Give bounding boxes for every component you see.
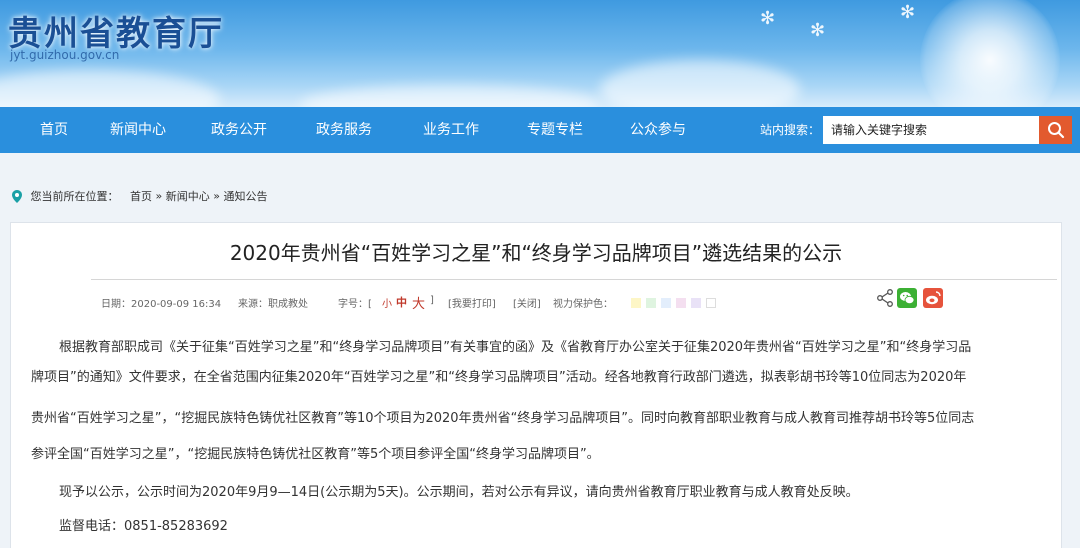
breadcrumb-item-home[interactable]: 首页 (130, 190, 152, 203)
fontsize-small-button[interactable]: 小 (382, 295, 392, 310)
header-banner: 贵州省教育厅 jyt.guizhou.gov.cn ✻ ✻ ✻ (0, 0, 1080, 107)
breadcrumb-item-notices[interactable]: 通知公告 (223, 190, 267, 203)
nav-item-topics[interactable]: 专题专栏 (527, 107, 583, 153)
breadcrumb-prefix: 您当前所在位置： (30, 190, 119, 203)
fontsize-medium-button[interactable]: 中 (396, 294, 407, 310)
nav-item-home[interactable]: 首页 (40, 107, 68, 153)
article-paragraph: 现予以公示，公示时间为2020年9月9—14日(公示期为5天)。公示期间，若对公… (59, 485, 859, 500)
article-paragraph: 参评全国“百姓学习之星”，“挖掘民族特色铸优社区教育”等5个项目参评全国“终身学… (31, 447, 600, 462)
eye-color-swatch[interactable] (661, 298, 671, 308)
article-panel: 2020年贵州省“百姓学习之星”和“终身学习品牌项目”遴选结果的公示 日期：20… (10, 222, 1062, 548)
seed-decoration: ✻ (760, 8, 776, 29)
breadcrumb-separator: » (155, 189, 163, 203)
eye-color-swatch[interactable] (676, 298, 686, 308)
nav-item-public[interactable]: 公众参与 (630, 107, 686, 153)
site-url: jyt.guizhou.gov.cn (10, 48, 120, 62)
eye-color-swatch[interactable] (691, 298, 701, 308)
nav-item-news[interactable]: 新闻中心 (110, 107, 166, 153)
fontsize-label: 字号：[ (338, 299, 372, 310)
article-source: 来源：职成教处 (238, 299, 308, 310)
breadcrumb: 您当前所在位置： 首页 » 新闻中心 » 通知公告 (12, 188, 267, 206)
nav-item-gov-info[interactable]: 政务公开 (211, 107, 267, 153)
nav-item-services[interactable]: 政务服务 (316, 107, 372, 153)
title-divider (91, 279, 1057, 280)
eye-color-swatch[interactable] (646, 298, 656, 308)
location-pin-icon (12, 189, 22, 203)
close-button[interactable]: [关闭] (513, 295, 541, 310)
article-paragraph: 牌项目”的通知》文件要求，在全省范围内征集2020年“百姓学习之星”和“终身学习… (31, 370, 967, 385)
print-button[interactable]: [我要打印] (448, 295, 496, 310)
supervision-phone: 监督电话：0851-85283692 (59, 519, 228, 534)
dandelion-decoration (920, 0, 1060, 107)
fontsize-large-button[interactable]: 大 (412, 293, 425, 312)
wechat-share-icon[interactable] (897, 288, 917, 308)
main-nav: 首页 新闻中心 政务公开 政务服务 业务工作 专题专栏 公众参与 站内搜索： (0, 107, 1080, 153)
nav-item-business[interactable]: 业务工作 (423, 107, 479, 153)
fontsize-bracket: ] (430, 295, 434, 306)
breadcrumb-separator: » (213, 189, 220, 203)
eye-color-swatch[interactable] (631, 298, 641, 308)
weibo-share-icon[interactable] (923, 288, 943, 308)
search-button[interactable] (1039, 116, 1072, 144)
article-title: 2020年贵州省“百姓学习之星”和“终身学习品牌项目”遴选结果的公示 (229, 241, 843, 265)
article-paragraph: 贵州省“百姓学习之星”，“挖掘民族特色铸优社区教育”等10个项目为2020年贵州… (31, 411, 975, 426)
search-label: 站内搜索： (760, 123, 821, 137)
breadcrumb-item-news[interactable]: 新闻中心 (166, 190, 210, 203)
seed-decoration: ✻ (810, 20, 826, 41)
seed-decoration: ✻ (900, 2, 916, 23)
share-icon[interactable] (875, 288, 895, 308)
eye-care-label: 视力保护色： (553, 299, 613, 310)
article-date: 日期：2020-09-09 16:34 (101, 299, 222, 310)
eye-color-swatch[interactable] (706, 298, 716, 308)
article-paragraph: 根据教育部职成司《关于征集“百姓学习之星”和“终身学习品牌项目”有关事宜的函》及… (59, 340, 972, 355)
search-input[interactable] (823, 116, 1039, 144)
search-icon (1048, 122, 1065, 139)
